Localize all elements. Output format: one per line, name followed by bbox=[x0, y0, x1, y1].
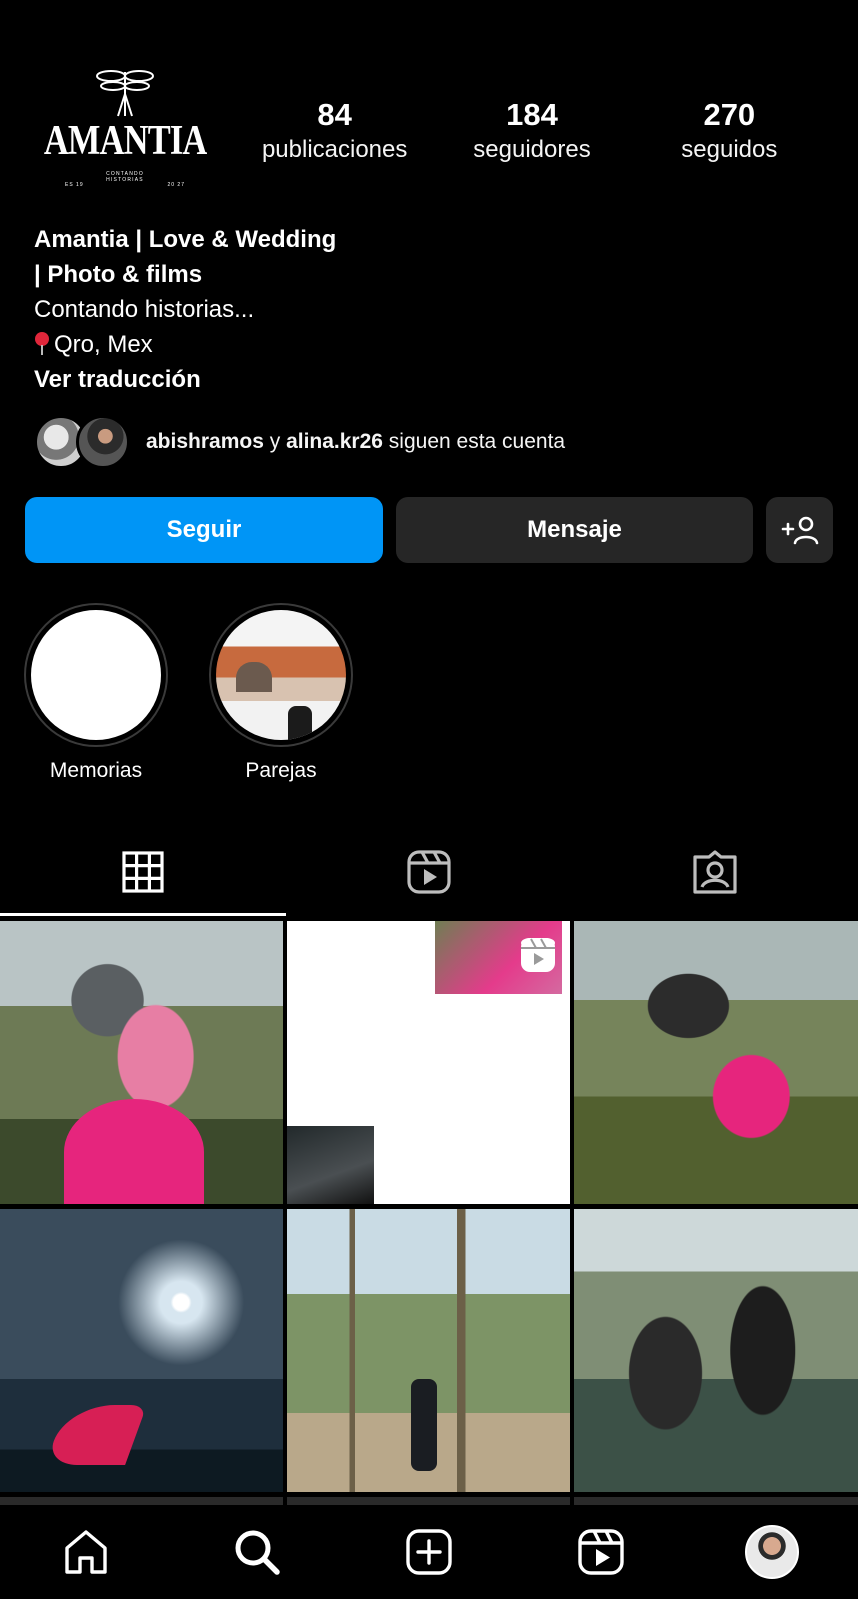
bottom-navigation bbox=[0, 1505, 858, 1599]
profile-logo[interactable]: AMANTIA CONTANDO HISTORIAS ES 19 20 27 bbox=[44, 68, 207, 196]
add-person-icon bbox=[781, 516, 818, 545]
highlight-cover bbox=[31, 610, 161, 740]
profile-avatar bbox=[745, 1525, 800, 1579]
post-thumbnail[interactable] bbox=[574, 1209, 858, 1492]
logo-tagline: CONTANDO HISTORIAS bbox=[106, 171, 144, 184]
profile-name-line-1: Amantia | Love & Wedding bbox=[34, 226, 337, 253]
post-thumbnail[interactable] bbox=[0, 921, 283, 1204]
tagged-icon bbox=[693, 850, 737, 894]
nav-create[interactable] bbox=[343, 1528, 515, 1576]
mutual-follower-username[interactable]: alina.kr26 bbox=[286, 430, 383, 453]
highlight-parejas[interactable]: Parejas bbox=[209, 603, 353, 783]
post-thumbnail[interactable] bbox=[287, 921, 570, 1204]
nav-home[interactable] bbox=[0, 1528, 172, 1576]
reels-icon bbox=[407, 850, 451, 894]
home-icon bbox=[65, 1530, 107, 1574]
stat-followers-label: seguidores bbox=[473, 136, 591, 163]
stat-followers[interactable]: 184 seguidores bbox=[433, 96, 630, 166]
stat-following-count: 270 bbox=[703, 97, 756, 132]
tab-reels[interactable] bbox=[286, 828, 572, 916]
stat-posts-label: publicaciones bbox=[261, 136, 408, 163]
highlight-cover bbox=[216, 610, 346, 740]
stat-following[interactable]: 270 seguidos bbox=[631, 96, 828, 166]
posts-grid bbox=[0, 921, 858, 1506]
post-thumbnail[interactable] bbox=[0, 1209, 283, 1492]
highlight-label: Memorias bbox=[49, 759, 143, 782]
bio-location-text: Qro, Mex bbox=[54, 331, 153, 358]
mutual-followers[interactable]: abishramos y alina.kr26 siguen esta cuen… bbox=[34, 414, 565, 470]
highlight-ring bbox=[24, 603, 168, 747]
mutual-follower-username[interactable]: abishramos bbox=[146, 430, 264, 453]
highlight-label: Parejas bbox=[245, 759, 317, 782]
message-button[interactable]: Mensaje bbox=[396, 497, 753, 563]
dragonfly-icon bbox=[96, 70, 154, 117]
stat-posts[interactable]: 84 publicaciones bbox=[236, 96, 433, 166]
bio-location: Qro, Mex bbox=[34, 327, 454, 362]
reel-thumbnail-fragment bbox=[287, 1126, 374, 1204]
grid-icon bbox=[122, 851, 164, 893]
search-icon bbox=[235, 1530, 281, 1575]
profile-bio: Amantia | Love & Wedding | Photo & films… bbox=[34, 222, 454, 397]
logo-corner-right: 20 27 bbox=[167, 182, 185, 188]
profile-name-line-2: | Photo & films bbox=[34, 261, 203, 288]
reel-badge-icon bbox=[521, 938, 555, 972]
location-pin-icon bbox=[34, 331, 50, 355]
bio-description: Contando historias... bbox=[34, 296, 255, 323]
stat-followers-count: 184 bbox=[506, 97, 558, 132]
tab-tagged[interactable] bbox=[572, 828, 858, 916]
mutual-follower-avatar bbox=[76, 415, 130, 469]
nav-search[interactable] bbox=[172, 1528, 344, 1576]
profile-stats: 84 publicaciones 184 seguidores 270 segu… bbox=[240, 96, 828, 166]
nav-profile[interactable] bbox=[686, 1525, 858, 1579]
stat-posts-count: 84 bbox=[317, 97, 352, 132]
post-thumbnail[interactable] bbox=[574, 921, 858, 1204]
post-thumbnail[interactable] bbox=[287, 1209, 570, 1492]
see-translation-link[interactable]: Ver traducción bbox=[34, 362, 454, 397]
logo-brand: AMANTIA bbox=[43, 118, 207, 164]
nav-reels[interactable] bbox=[515, 1528, 687, 1576]
reels-icon bbox=[577, 1529, 624, 1575]
mutual-followers-connector: y bbox=[263, 430, 287, 453]
tab-posts-grid[interactable] bbox=[0, 828, 286, 916]
highlight-ring bbox=[209, 603, 353, 747]
mutual-followers-text: abishramos y alina.kr26 siguen esta cuen… bbox=[146, 430, 565, 454]
highlight-memorias[interactable]: Memorias bbox=[24, 603, 168, 783]
create-icon bbox=[406, 1529, 452, 1575]
follow-button[interactable]: Seguir bbox=[25, 497, 383, 563]
mutual-followers-suffix: siguen esta cuenta bbox=[382, 430, 566, 453]
stat-following-label: seguidos bbox=[681, 136, 778, 163]
profile-tabs bbox=[0, 828, 858, 916]
logo-corner-left: ES 19 bbox=[65, 182, 84, 188]
suggest-users-button[interactable] bbox=[766, 497, 833, 563]
